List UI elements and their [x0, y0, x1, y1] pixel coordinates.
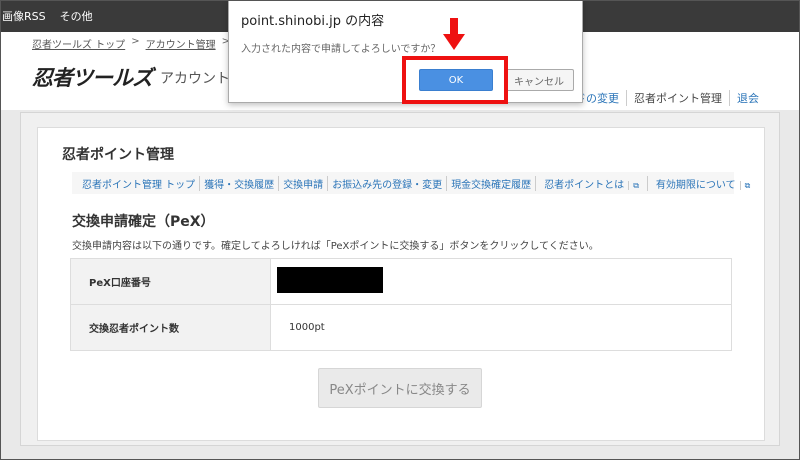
table-row: 交換忍者ポイント数 1000pt — [70, 304, 732, 351]
subnav-label: 有効期限について — [655, 179, 736, 191]
subnav-item-transfer-account[interactable]: お振込み先の登録・変更 — [327, 175, 446, 191]
dialog-message: 入力された内容で申請してよろしいですか？ — [241, 44, 441, 55]
subnav-item-top[interactable]: 忍者ポイント管理 トップ — [78, 176, 199, 191]
row-label: 交換忍者ポイント数 — [70, 304, 271, 351]
row-value — [270, 258, 732, 305]
page-subtitle: アカウント — [160, 71, 230, 87]
subnav-item-about-points[interactable]: 忍者ポイントとは ⧉ — [535, 175, 647, 191]
subnav-item-exchange-request[interactable]: 交換申請 — [278, 175, 327, 191]
exchange-description: 交換申請内容は以下の通りです。確定してよろしければ「PeXポイントに交換する」ボ… — [72, 241, 599, 252]
content-area: 忍者ポイント管理 忍者ポイント管理 トップ 獲得・交換履歴 交換申請 お振込み先… — [20, 112, 780, 446]
row-label: PeX口座番号 — [70, 258, 271, 305]
subnav-item-cash-history[interactable]: 現金交換確定履歴 — [446, 175, 535, 191]
site-logo[interactable]: 忍者ツールズ — [32, 62, 153, 92]
row-value: 1000pt — [270, 304, 732, 351]
header-link-point-management[interactable]: 忍者ポイント管理 — [626, 90, 729, 106]
topbar-item-image-rss[interactable]: 画像RSS — [2, 8, 46, 24]
dialog-title: point.shinobi.jp の内容 — [241, 14, 385, 29]
subnav-item-expiration[interactable]: 有効期限について ⧉ — [646, 175, 758, 191]
topbar-item-other[interactable]: その他 — [60, 8, 93, 24]
subnav-label: 忍者ポイントとは — [544, 179, 625, 191]
breadcrumb-item-top[interactable]: 忍者ツールズ トップ — [32, 36, 125, 51]
exchange-title: 交換申請確定（PeX） — [72, 214, 215, 230]
breadcrumb-item-account[interactable]: アカウント管理 — [146, 36, 216, 51]
section-title: 忍者ポイント管理 — [62, 147, 174, 163]
header-link-withdraw[interactable]: 退会 — [729, 90, 766, 106]
external-link-icon: ⧉ — [628, 180, 643, 190]
subnav-item-history[interactable]: 獲得・交換履歴 — [199, 175, 278, 191]
highlight-box — [402, 56, 508, 104]
main-panel: 忍者ポイント管理 忍者ポイント管理 トップ 獲得・交換履歴 交換申請 お振込み先… — [37, 127, 765, 441]
redacted-account-number — [277, 267, 383, 293]
table-row: PeX口座番号 — [70, 258, 732, 305]
breadcrumb-separator: > — [131, 36, 140, 47]
external-link-icon: ⧉ — [739, 180, 755, 190]
header-links: ードの変更 忍者ポイント管理 退会 — [557, 90, 766, 106]
sub-navigation: 忍者ポイント管理 トップ 獲得・交換履歴 交換申請 お振込み先の登録・変更 現金… — [72, 172, 755, 194]
arrow-down-icon — [443, 18, 465, 50]
exchange-submit-button[interactable]: PeXポイントに交換する — [318, 368, 482, 408]
cancel-button[interactable]: キャンセル — [504, 69, 574, 91]
exchange-info-table: PeX口座番号 交換忍者ポイント数 1000pt — [70, 258, 732, 351]
